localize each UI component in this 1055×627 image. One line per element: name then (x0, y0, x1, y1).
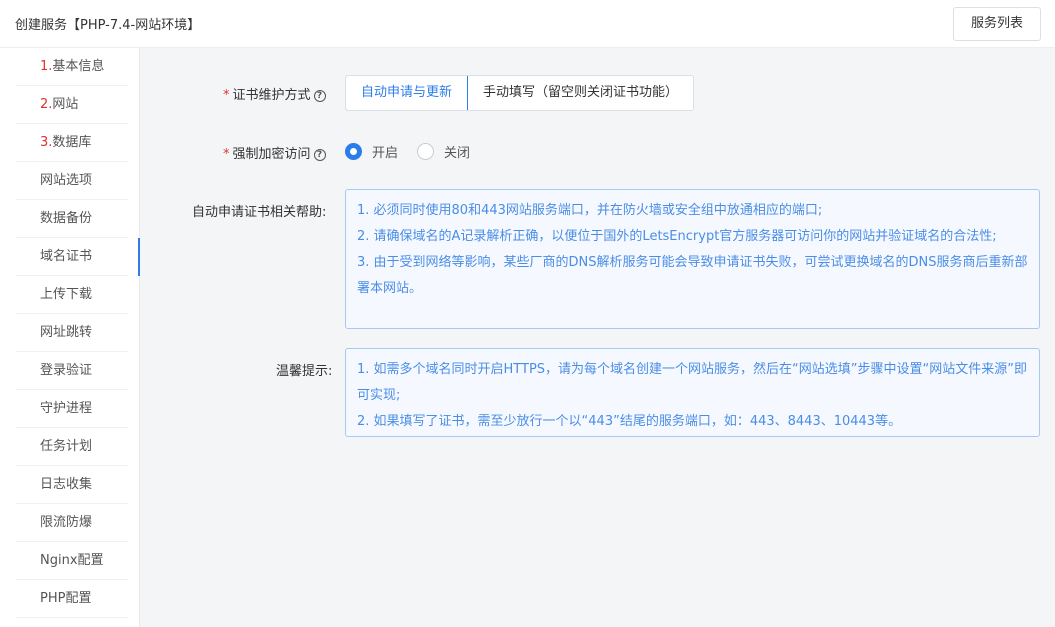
sidebar-item-log-collect[interactable]: 日志收集 (16, 466, 128, 504)
force-https-label-text: 强制加密访问 (232, 147, 311, 162)
sidebar-item-label: 登录验证 (40, 363, 93, 378)
sidebar-item-upload-download[interactable]: 上传下载 (16, 276, 128, 314)
required-mark: * (223, 147, 230, 162)
required-mark: * (223, 88, 230, 103)
sidebar-item-label: Nginx配置 (40, 553, 104, 568)
page-header: 创建服务【PHP-7.4-网站环境】 服务列表 (0, 0, 1055, 48)
sidebar-item-label: 任务计划 (40, 439, 93, 454)
help-line: 2. 请确保域名的A记录解析正确，以便位于国外的LetsEncrypt官方服务器… (357, 229, 997, 244)
tips-label: 温馨提示: (276, 364, 333, 379)
question-circle-icon[interactable]: ? (313, 148, 326, 161)
sidebar-item-nginx-config[interactable]: Nginx配置 (16, 542, 128, 580)
sidebar-item-label: PHP配置 (40, 591, 92, 606)
sidebar-item-php-config[interactable]: PHP配置 (16, 580, 128, 618)
auto-help-box: 1. 必须同时使用80和443网站服务端口，并在防火墙或安全组中放通相应的端口;… (345, 189, 1040, 329)
sidebar-item-label: 基本信息 (52, 59, 105, 74)
step-number: 2. (40, 97, 53, 112)
help-line: 3. 由于受到网络等影响，某些厂商的DNS解析服务可能会导致申请证书失败，可尝试… (357, 255, 1028, 296)
sidebar-item-label: 网站 (52, 97, 79, 112)
cert-mode-label-text: 证书维护方式 (232, 88, 311, 103)
help-line: 1. 必须同时使用80和443网站服务端口，并在防火墙或安全组中放通相应的端口; (357, 203, 823, 218)
step-number: 3. (40, 135, 53, 150)
main-panel: * 证书维护方式? 自动申请与更新 手动填写（留空则关闭证书功能） * 强制加密访问… (140, 48, 1055, 627)
radio-label: 开启 (372, 146, 399, 161)
force-https-label: * 强制加密访问? (223, 143, 326, 162)
cert-mode-manual-button[interactable]: 手动填写（留空则关闭证书功能） (468, 76, 693, 110)
service-list-button[interactable]: 服务列表 (953, 7, 1041, 41)
sidebar-item-login-auth[interactable]: 登录验证 (16, 352, 128, 390)
tip-line: 1. 如需多个域名同时开启HTTPS，请为每个域名创建一个网站服务，然后在“网站… (357, 362, 1027, 403)
sidebar: 1.基本信息 2.网站 3.数据库 网站选项 数据备份 域名证书 上传下载 网址… (16, 48, 141, 627)
question-circle-icon[interactable]: ? (313, 89, 326, 102)
sidebar-item-website[interactable]: 2.网站 (16, 86, 128, 124)
tip-line: 2. 如果填写了证书，需至少放行一个以“443”结尾的服务端口，如：443、84… (357, 414, 902, 429)
sidebar-item-label: 上传下载 (40, 287, 93, 302)
tips-box: 1. 如需多个域名同时开启HTTPS，请为每个域名创建一个网站服务，然后在“网站… (345, 348, 1040, 437)
cert-mode-selector: 自动申请与更新 手动填写（留空则关闭证书功能） (345, 75, 695, 111)
sidebar-item-database[interactable]: 3.数据库 (16, 124, 128, 162)
radio-selected-icon (345, 143, 362, 160)
page-title: 创建服务【PHP-7.4-网站环境】 (15, 18, 201, 33)
sidebar-item-domain-cert[interactable]: 域名证书 (16, 238, 141, 276)
sidebar-item-site-options[interactable]: 网站选项 (16, 162, 128, 200)
sidebar-item-label: 网站选项 (40, 173, 93, 188)
force-https-off-radio[interactable]: 关闭 (417, 142, 470, 161)
sidebar-item-rate-limit[interactable]: 限流防爆 (16, 504, 128, 542)
sidebar-item-label: 数据备份 (40, 211, 93, 226)
sidebar-item-label: 域名证书 (40, 249, 93, 264)
sidebar-item-data-backup[interactable]: 数据备份 (16, 200, 128, 238)
sidebar-item-daemon[interactable]: 守护进程 (16, 390, 128, 428)
radio-unselected-icon (417, 143, 434, 160)
sidebar-item-url-redirect[interactable]: 网址跳转 (16, 314, 128, 352)
sidebar-item-label: 限流防爆 (40, 515, 93, 530)
cert-mode-label: * 证书维护方式? (223, 84, 326, 103)
step-number: 1. (40, 59, 53, 74)
force-https-on-radio[interactable]: 开启 (345, 142, 398, 161)
sidebar-item-cron[interactable]: 任务计划 (16, 428, 128, 466)
sidebar-item-label: 网址跳转 (40, 325, 93, 340)
auto-help-label: 自动申请证书相关帮助: (192, 205, 327, 220)
cert-mode-auto-button[interactable]: 自动申请与更新 (346, 76, 469, 110)
sidebar-item-label: 守护进程 (40, 401, 93, 416)
sidebar-item-label: 数据库 (52, 135, 92, 150)
radio-label: 关闭 (444, 146, 471, 161)
sidebar-item-label: 日志收集 (40, 477, 93, 492)
sidebar-item-basic-info[interactable]: 1.基本信息 (16, 48, 128, 86)
